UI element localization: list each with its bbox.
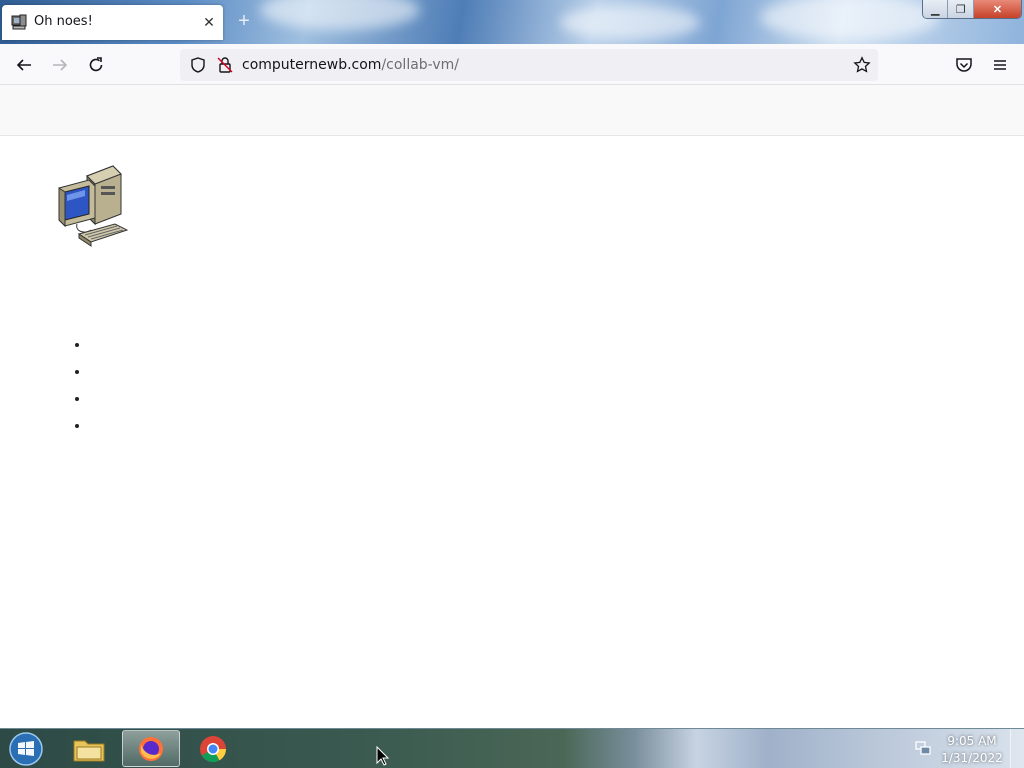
- pocket-button[interactable]: [952, 53, 976, 77]
- pocket-icon: [956, 58, 972, 72]
- shield-icon[interactable]: [189, 56, 207, 74]
- mouse-cursor-icon: [376, 746, 390, 766]
- desktop-computer-icon: [58, 165, 129, 247]
- close-tab-icon[interactable]: ✕: [200, 13, 218, 31]
- taskbar-chrome[interactable]: [184, 730, 242, 767]
- minimize-button[interactable]: ▁: [923, 0, 949, 18]
- taskbar-firefox[interactable]: [122, 730, 180, 767]
- taskbar: [0, 728, 1024, 768]
- window-controls: ▁ ❐ ✕: [922, 0, 1022, 19]
- network-icon[interactable]: [914, 739, 932, 757]
- hamburger-menu-icon: [994, 60, 1006, 70]
- new-tab-icon[interactable]: +: [235, 11, 253, 31]
- clock-time: 9:05 AM: [947, 734, 997, 748]
- clock-date: 1/31/2022: [941, 751, 1003, 765]
- browser-titlebar: Oh noes! ✕ + ▁ ❐ ✕: [0, 0, 1024, 44]
- reload-icon: [89, 57, 103, 72]
- forward-button[interactable]: [48, 53, 72, 77]
- address-bar[interactable]: computernewb.com/collab-vm/: [180, 49, 878, 81]
- tab-title: Oh noes!: [34, 14, 93, 29]
- lock-icon[interactable]: [216, 56, 234, 74]
- page-header: [0, 85, 1024, 136]
- start-button[interactable]: [6, 731, 46, 767]
- url-domain: computernewb.com: [242, 57, 382, 73]
- taskbar-explorer[interactable]: [60, 730, 118, 767]
- bookmark-star-icon[interactable]: [853, 56, 871, 74]
- maximize-button[interactable]: ❐: [948, 0, 974, 18]
- show-desktop-button[interactable]: [1010, 729, 1024, 768]
- system-clock[interactable]: 9:05 AM 1/31/2022: [940, 733, 1004, 767]
- chrome-icon: [200, 735, 227, 762]
- tab-oh-noes[interactable]: Oh noes! ✕: [2, 5, 223, 40]
- menu-button[interactable]: [988, 53, 1012, 77]
- firefox-icon: [139, 736, 163, 761]
- close-window-button[interactable]: ✕: [973, 0, 1021, 18]
- reload-button[interactable]: [84, 53, 108, 77]
- url-path: /collab-vm/: [381, 57, 459, 73]
- arrow-left-icon: [16, 59, 31, 71]
- back-button[interactable]: [12, 53, 36, 77]
- navigation-toolbar: computernewb.com/collab-vm/: [0, 44, 1024, 85]
- content-list: [60, 334, 90, 442]
- computer-icon: [11, 14, 27, 30]
- folder-icon: [73, 740, 105, 761]
- arrow-right-icon: [53, 59, 68, 71]
- url-text[interactable]: computernewb.com/collab-vm/: [242, 57, 459, 73]
